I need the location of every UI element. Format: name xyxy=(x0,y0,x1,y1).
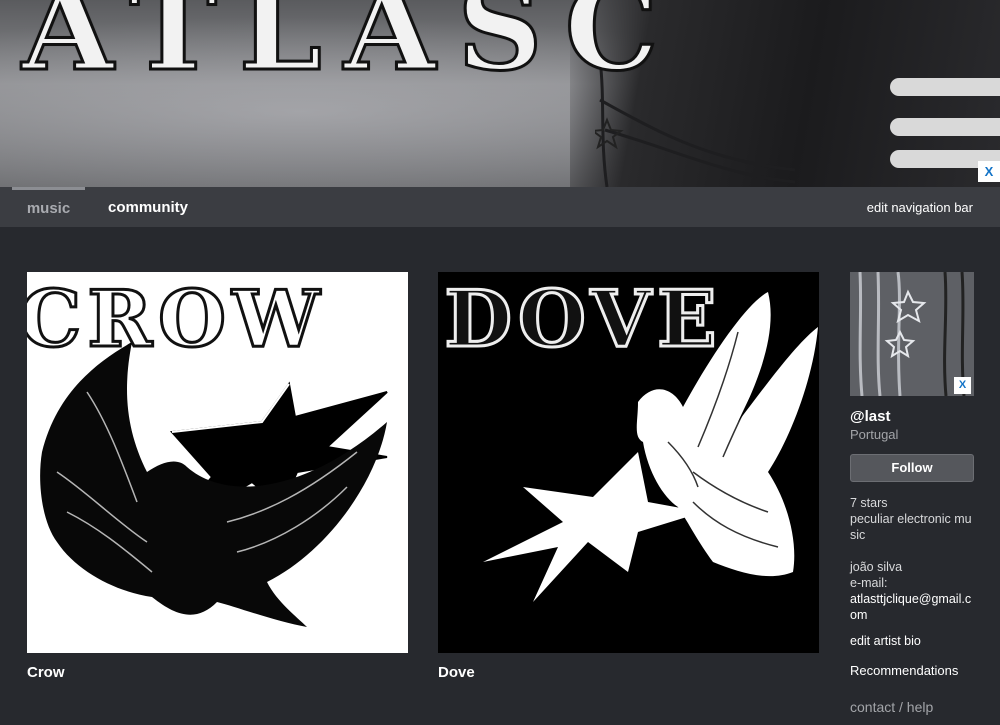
album-title[interactable]: Crow xyxy=(27,664,65,681)
edit-artist-bio-link[interactable]: edit artist bio xyxy=(850,634,974,648)
email-label: e-mail: xyxy=(850,576,888,590)
album-cover[interactable]: CROW xyxy=(27,272,408,653)
banner-logo: ATLASC xyxy=(21,0,681,99)
artist-bio: 7 stars peculiar electronic music joão s… xyxy=(850,495,974,623)
contact-name: joão silva xyxy=(850,560,903,574)
artist-photo[interactable]: X xyxy=(850,272,974,396)
bio-line: peculiar electronic music xyxy=(850,512,972,542)
follow-button[interactable]: Follow xyxy=(850,454,974,482)
artist-location: Portugal xyxy=(850,427,899,442)
album-item[interactable]: DOVE Dove xyxy=(438,272,819,681)
artist-name: @last xyxy=(850,408,891,425)
close-icon[interactable]: X xyxy=(978,161,1000,182)
contact-help-link[interactable]: contact / help xyxy=(850,699,974,715)
dove-illustration xyxy=(483,292,818,602)
album-item[interactable]: CROW Crow xyxy=(27,272,408,681)
header-banner: ATLASC X xyxy=(0,0,1000,187)
artist-sidebar: X @last Portugal Follow 7 stars peculiar… xyxy=(850,272,974,715)
tab-community[interactable]: community xyxy=(108,187,188,227)
bio-line: 7 stars xyxy=(850,496,888,510)
crow-illustration xyxy=(40,342,388,627)
close-icon[interactable]: X xyxy=(954,377,971,394)
album-title[interactable]: Dove xyxy=(438,664,475,681)
email-link[interactable]: atlasttjclique@gmail.com xyxy=(850,591,974,623)
album-cover[interactable]: DOVE xyxy=(438,272,819,653)
navigation-bar: music community edit navigation bar xyxy=(0,187,1000,227)
edit-navigation-bar-link[interactable]: edit navigation bar xyxy=(867,187,973,229)
tab-music[interactable]: music xyxy=(12,187,85,227)
recommendations-link[interactable]: Recommendations xyxy=(850,663,974,678)
